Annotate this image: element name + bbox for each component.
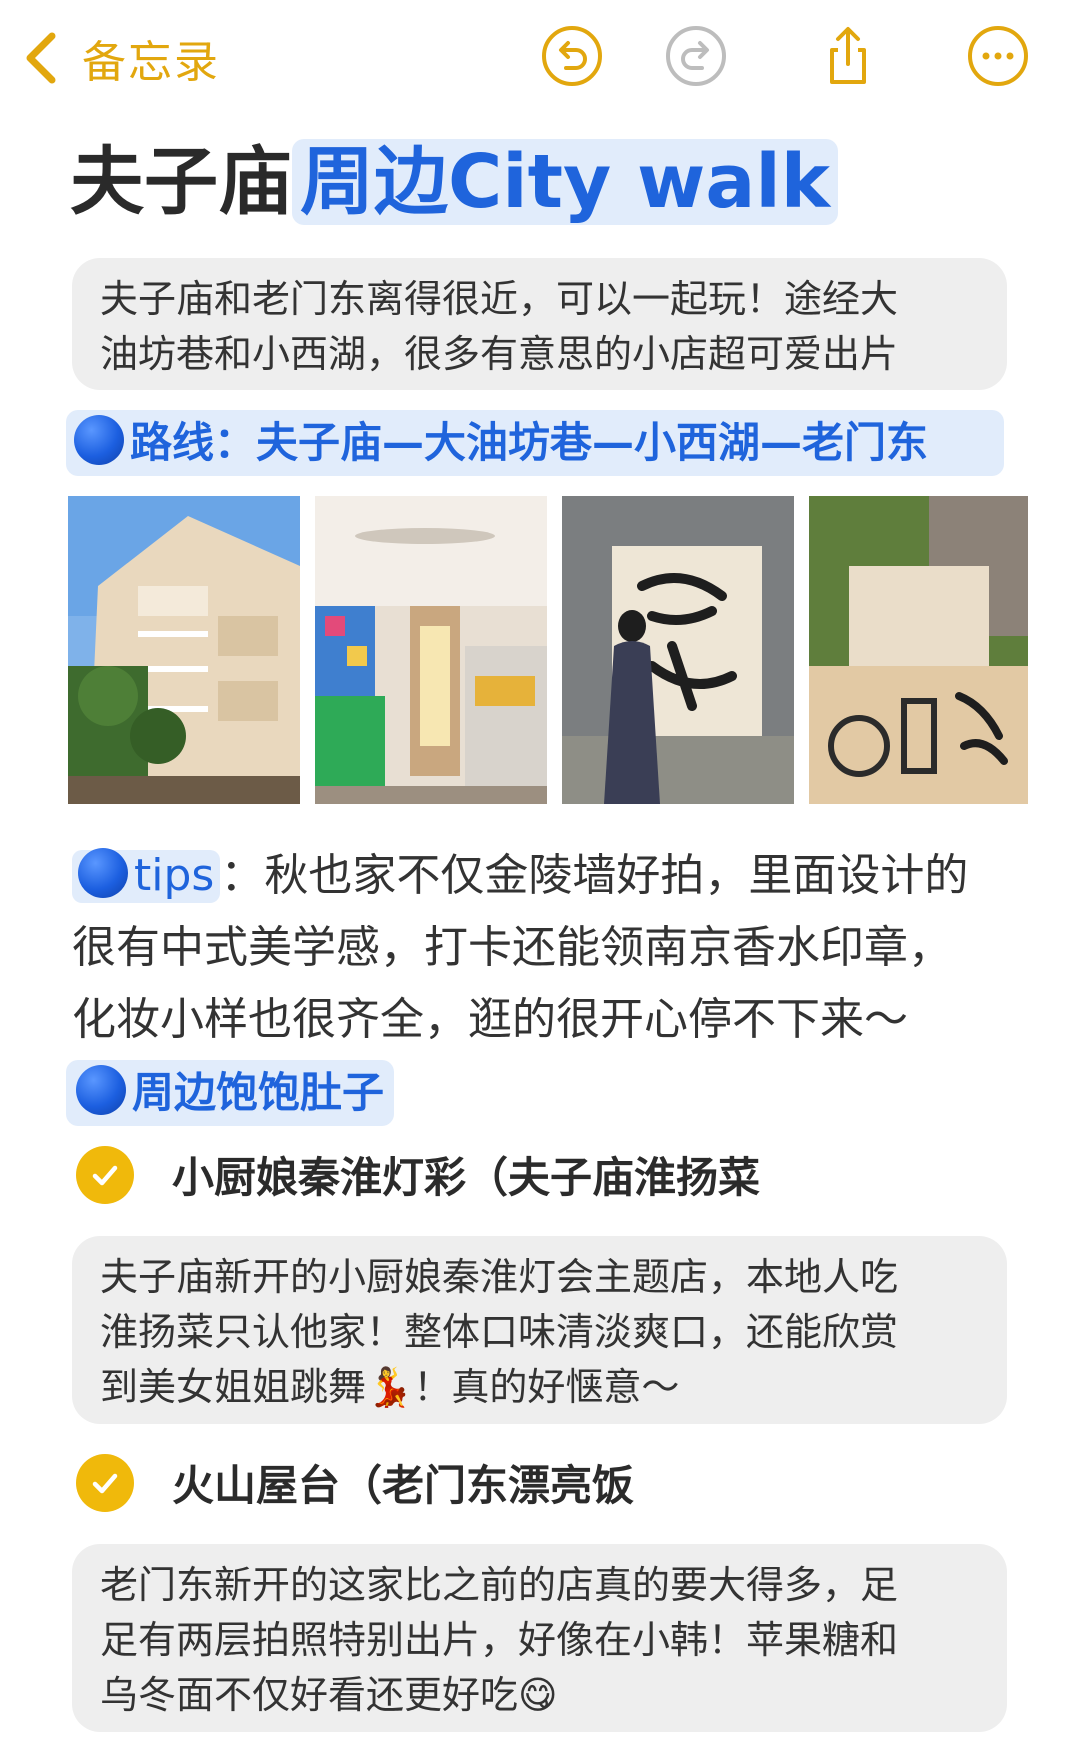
checkmark-icon [92,1473,118,1493]
route-text: 路线：夫子庙—大油坊巷—小西湖—老门东 [130,418,929,467]
top-toolbar: 备忘录 [0,0,1080,120]
checklist-item: 小厨娘秦淮灯彩（夫子庙淮扬菜 [76,1144,760,1205]
restaurant-desc-line: 老门东新开的这家比之前的店真的要大得多，足 [100,1563,899,1607]
restaurant-name: 小厨娘秦淮灯彩（夫子庙淮扬菜 [172,1153,761,1202]
note-title[interactable]: 夫子庙 周边City walk [70,132,838,232]
route-heading[interactable]: 路线：夫子庙—大油坊巷—小西湖—老门东 [66,410,1004,476]
tips-line: 化妆小样也很齐全，逛的很开心停不下来～ [72,994,908,1045]
photo-strip [68,496,1028,804]
food-heading[interactable]: 周边饱饱肚子 [66,1060,395,1126]
back-label: 备忘录 [82,37,220,88]
restaurant-card[interactable]: 老门东新开的这家比之前的店真的要大得多，足 足有两层拍照特别出片，好像在小韩！苹… [72,1544,1007,1732]
redo-icon[interactable] [664,24,728,88]
intro-card[interactable]: 夫子庙和老门东离得很近，可以一起玩！途经大 油坊巷和小西湖，很多有意思的小店超可… [72,258,1007,390]
tips-tag: tips [72,848,221,903]
checkmark-icon [92,1165,118,1185]
restaurant-desc-line: 夫子庙新开的小厨娘秦淮灯会主题店，本地人吃 [100,1255,899,1299]
checkbox-checked[interactable] [76,1453,134,1512]
intro-line: 油坊巷和小西湖，很多有意思的小店超可爱出片 [100,332,899,376]
checklist-item: 火山屋台（老门东漂亮饭 [76,1452,634,1513]
chevron-left-icon [26,32,56,84]
jinling-wall-photo[interactable] [562,496,794,804]
cafe-interior-photo[interactable] [315,496,547,804]
tips-line: 很有中式美学感，打卡还能领南京香水印章， [72,922,952,973]
title-plain: 夫子庙 [70,139,292,225]
tips-text: ：秋也家不仅金陵墙好拍，里面设计的 [220,850,969,901]
title-highlight: 周边City walk [292,139,838,225]
back-button[interactable]: 备忘录 [22,26,220,90]
tips-tag-text: tips [134,850,215,901]
intro-line: 夫子庙和老门东离得很近，可以一起玩！途经大 [100,277,899,321]
perfume-bag-photo[interactable] [809,496,1028,804]
tips-line: tips ：秋也家不仅金陵墙好拍，里面设计的 [72,840,1022,912]
blue-circle-icon [74,415,124,465]
food-heading-text: 周边饱饱肚子 [132,1068,385,1117]
undo-icon[interactable] [540,24,604,88]
blue-circle-icon [76,1065,126,1115]
blue-circle-icon [78,848,128,898]
restaurant-desc-line: 足有两层拍照特别出片，好像在小韩！苹果糖和 [100,1618,899,1662]
restaurant-desc-line: 乌冬面不仅好看还更好吃😋 [100,1673,558,1717]
restaurant-desc-line: 到美女姐姐跳舞💃！真的好惬意～ [100,1365,680,1409]
restaurant-card[interactable]: 夫子庙新开的小厨娘秦淮灯会主题店，本地人吃 淮扬菜只认他家！整体口味清淡爽口，还… [72,1236,1007,1424]
more-icon[interactable] [966,24,1030,88]
building-photo[interactable] [68,496,300,804]
restaurant-desc-line: 淮扬菜只认他家！整体口味清淡爽口，还能欣赏 [100,1310,899,1354]
restaurant-name: 火山屋台（老门东漂亮饭 [172,1461,635,1510]
tips-paragraph[interactable]: tips ：秋也家不仅金陵墙好拍，里面设计的 很有中式美学感，打卡还能领南京香水印… [72,840,1022,1056]
share-icon[interactable] [816,24,880,88]
checkbox-checked[interactable] [76,1145,134,1204]
